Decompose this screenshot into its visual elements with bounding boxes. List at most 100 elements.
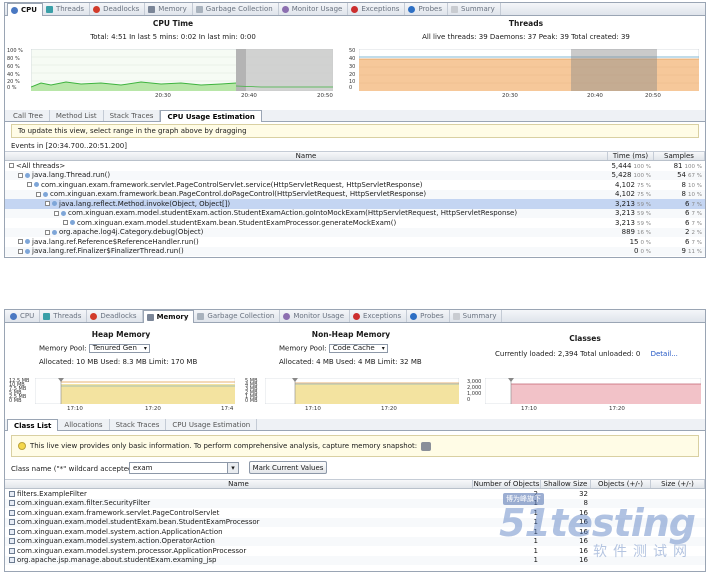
samples-percent: 2 % — [691, 230, 702, 237]
table-row[interactable]: com.xinguan.exam.model.studentExam.bean.… — [5, 218, 705, 228]
expand-toggle-icon[interactable] — [45, 229, 50, 235]
tab-threads[interactable]: Threads — [43, 3, 91, 15]
class-filter-input[interactable]: exam — [129, 462, 239, 474]
table-row[interactable]: com.xinguan.exam.model.system.action.App… — [5, 527, 705, 537]
threads-y-tick: 20 — [349, 72, 356, 78]
threads-plot-area[interactable] — [359, 49, 699, 91]
expand-toggle-icon[interactable] — [27, 182, 32, 188]
tab-memory[interactable]: Memory — [145, 3, 193, 15]
cpu-time-chart[interactable]: CPU Time Total: 4:51 In last 5 mins: 0:0… — [5, 17, 341, 109]
nonheap-memory-chart[interactable]: Non-Heap Memory Memory Pool: Code Cache … — [241, 324, 461, 416]
tab-probes[interactable]: Probes — [407, 310, 450, 322]
col-samples-header[interactable]: Samples — [654, 152, 705, 160]
subtab-stack-traces[interactable]: Stack Traces — [104, 110, 161, 121]
expand-toggle-icon[interactable] — [36, 191, 41, 197]
time-percent: 59 % — [637, 201, 651, 208]
table-row[interactable]: com.xinguan.exam.model.studentExam.actio… — [5, 208, 705, 218]
threads-chart[interactable]: Threads All live threads: 39 Daemons: 37… — [347, 17, 705, 109]
subtab-cpu-usage-estimation[interactable]: CPU Usage Estimation — [166, 419, 258, 430]
col-name-header[interactable]: Name — [5, 152, 608, 160]
subtab-class-list[interactable]: Class List — [7, 419, 59, 431]
classes-stats-row: Currently loaded: 2,394 Total unloaded: … — [495, 350, 678, 358]
table-row[interactable]: java.lang.ref.Reference$ReferenceHandler… — [5, 237, 705, 247]
expand-toggle-icon[interactable] — [18, 248, 23, 254]
col-class-name-header[interactable]: Name — [5, 480, 473, 488]
capture-snapshot-icon[interactable] — [421, 441, 432, 451]
heap-pool-select[interactable]: Tenured Gen — [88, 344, 150, 353]
probes-icon — [408, 5, 416, 13]
col-objects-delta-header[interactable]: Objects (+/-) — [591, 480, 651, 488]
tab-monitor-usage[interactable]: Monitor Usage — [280, 310, 351, 322]
subtab-call-tree[interactable]: Call Tree — [7, 110, 50, 121]
col-shallow-size-header[interactable]: Shallow Size — [541, 480, 591, 488]
subtab-stack-traces[interactable]: Stack Traces — [110, 419, 167, 430]
classes-chart[interactable]: Classes Currently loaded: 2,394 Total un… — [465, 324, 705, 416]
method-icon — [61, 210, 66, 216]
cpu-profiler-panel: CPU Threads Deadlocks Memory Garbage Col… — [4, 2, 706, 258]
subtab-cpu-usage-estimation[interactable]: CPU Usage Estimation — [160, 110, 262, 122]
tab-summary[interactable]: Summary — [448, 3, 501, 15]
samples-value: 8 — [681, 180, 687, 189]
col-size-delta-header[interactable]: Size (+/-) — [651, 480, 705, 488]
tab-deadlocks[interactable]: Deadlocks — [87, 310, 143, 322]
subtab-method-list[interactable]: Method List — [50, 110, 104, 121]
tab-garbage-collection[interactable]: Garbage Collection — [194, 310, 281, 322]
time-value: 3,213 — [614, 209, 636, 218]
tab-exceptions[interactable]: Exceptions — [348, 3, 406, 15]
table-row[interactable]: filters.ExampleFilter 2 32 — [5, 489, 705, 499]
table-row[interactable]: <All threads> 5,444 100 % 81 100 % — [5, 161, 705, 171]
expand-toggle-icon[interactable] — [18, 239, 23, 245]
tab-cpu[interactable]: CPU — [7, 3, 43, 16]
chevron-down-icon[interactable]: ▾ — [227, 462, 239, 474]
exceptions-icon — [351, 5, 359, 13]
samples-value: 54 — [677, 171, 687, 180]
tab-summary[interactable]: Summary — [450, 310, 503, 322]
tab-memory[interactable]: Memory — [142, 310, 195, 323]
table-row[interactable]: com.xinguan.exam.model.system.processor.… — [5, 546, 705, 556]
table-row[interactable]: com.xinguan.exam.framework.servlet.PageC… — [5, 180, 705, 190]
tab-cpu[interactable]: CPU — [7, 310, 41, 322]
classes-x-tick: 17:20 — [609, 406, 625, 412]
time-cell: 00 % — [608, 247, 654, 255]
tab-monitor-usage[interactable]: Monitor Usage — [279, 3, 349, 15]
time-percent: 0 % — [640, 249, 651, 256]
class-name: com.xinguan.exam.model.system.processor.… — [17, 546, 247, 555]
nonheap-pool-select[interactable]: Code Cache — [328, 344, 388, 353]
table-row[interactable]: java.lang.ref.Finalizer$FinalizerThread.… — [5, 246, 705, 256]
cpu-chart-stats: Total: 4:51 In last 5 mins: 0:02 In last… — [90, 33, 256, 41]
expand-toggle-icon[interactable] — [63, 220, 68, 226]
table-row[interactable]: com.xinguan.exam.model.system.action.Ope… — [5, 536, 705, 546]
classes-plot-area[interactable] — [485, 378, 701, 404]
expand-toggle-icon[interactable] — [18, 172, 23, 178]
table-row[interactable]: com.xinguan.exam.framework.bean.PageCont… — [5, 189, 705, 199]
table-row[interactable]: com.xinguan.exam.filter.SecurityFilter 1 8 — [5, 498, 705, 508]
subtab-allocations[interactable]: Allocations — [58, 419, 110, 430]
mark-current-values-button[interactable]: Mark Current Values — [249, 461, 327, 474]
heap-plot-area[interactable] — [35, 378, 235, 404]
nonheap-plot-area[interactable] — [265, 378, 459, 404]
heap-pool-row: Memory Pool: Tenured Gen — [39, 344, 150, 353]
table-row[interactable]: org.apache.jsp.manage.about.studentExam.… — [5, 555, 705, 565]
expand-toggle-icon[interactable] — [9, 163, 14, 169]
tab-garbage-collection[interactable]: Garbage Collection — [193, 3, 279, 15]
expand-toggle-icon[interactable] — [45, 201, 50, 207]
tab-deadlocks[interactable]: Deadlocks — [90, 3, 146, 15]
expand-toggle-icon[interactable] — [54, 210, 59, 216]
table-row[interactable]: com.xinguan.exam.framework.servlet.PageC… — [5, 508, 705, 518]
call-tree-node: org.apache.log4j.Category.debug(Object) — [5, 228, 608, 236]
shallow-size-cell: 16 — [579, 546, 588, 555]
table-row[interactable]: org.apache.log4j.Category.debug(Object) 8… — [5, 227, 705, 237]
classes-detail-link[interactable]: Detail... — [651, 350, 678, 358]
col-objects-header[interactable]: Number of Objects — [473, 480, 541, 488]
tab-threads[interactable]: Threads — [40, 310, 88, 322]
time-cell: 4,102 75 % — [608, 181, 654, 189]
call-tree-node: <All threads> — [5, 162, 608, 170]
table-row[interactable]: java.lang.reflect.Method.invoke(Object, … — [5, 199, 705, 209]
col-time-header[interactable]: Time (ms) — [608, 152, 654, 160]
table-row[interactable]: java.lang.Thread.run() 5,428 100 % 54 67 % — [5, 170, 705, 180]
cpu-plot-area[interactable] — [31, 49, 333, 91]
table-row[interactable]: com.xinguan.exam.model.studentExam.bean.… — [5, 517, 705, 527]
tab-exceptions[interactable]: Exceptions — [350, 310, 408, 322]
heap-memory-chart[interactable]: Heap Memory Memory Pool: Tenured Gen All… — [5, 324, 237, 416]
tab-probes[interactable]: Probes — [405, 3, 448, 15]
